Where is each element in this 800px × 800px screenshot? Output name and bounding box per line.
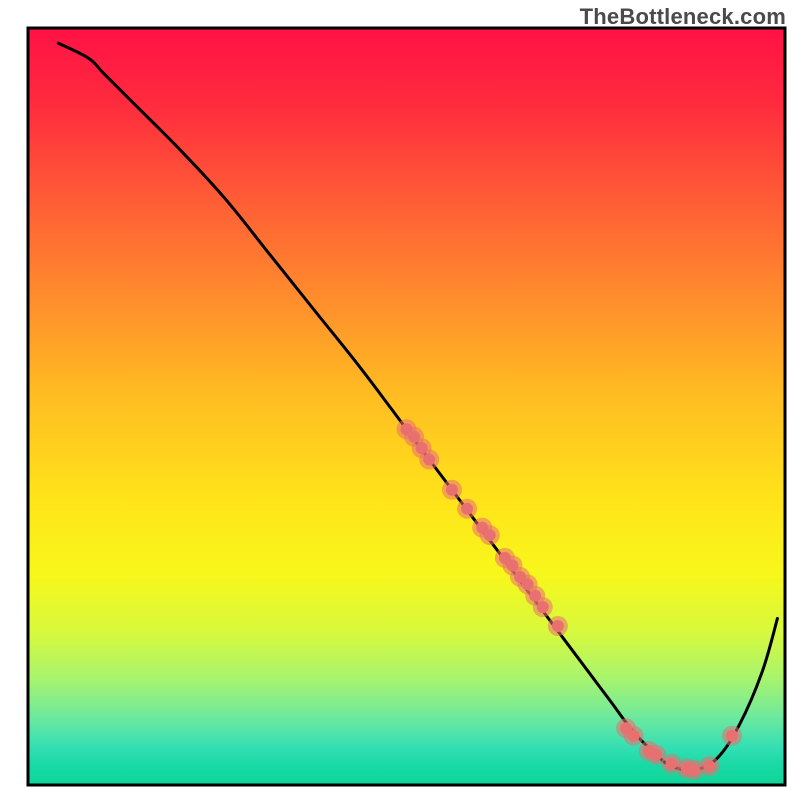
data-point <box>419 449 439 469</box>
chart-svg <box>0 0 800 800</box>
data-point <box>480 525 500 545</box>
data-point <box>457 499 477 519</box>
chart-container: TheBottleneck.com <box>0 0 800 800</box>
data-point <box>722 726 742 746</box>
data-point <box>442 480 462 500</box>
data-point <box>533 597 553 617</box>
data-point <box>548 616 568 636</box>
data-point <box>699 756 719 776</box>
data-point <box>624 726 644 746</box>
watermark-text: TheBottleneck.com <box>580 4 786 30</box>
chart-background <box>28 28 785 785</box>
